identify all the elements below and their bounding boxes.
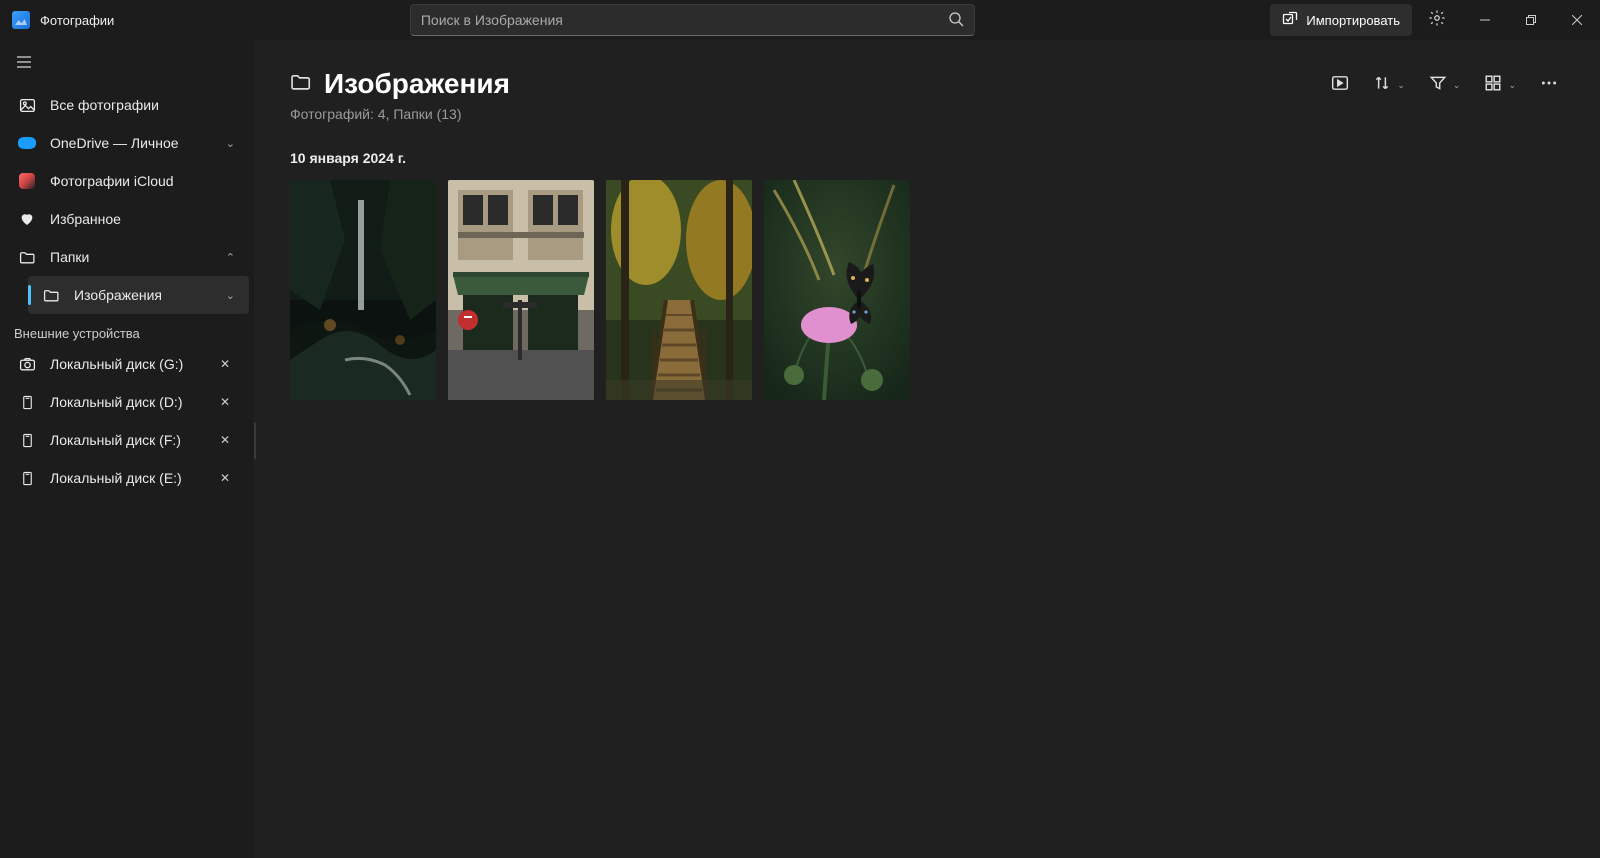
remove-drive-button[interactable]: ✕ <box>215 395 235 409</box>
remove-drive-button[interactable]: ✕ <box>215 471 235 485</box>
folder-icon <box>42 287 60 304</box>
sidebar-item-label: Изображения <box>74 287 212 303</box>
heart-icon <box>18 211 36 227</box>
app-icon <box>12 11 30 29</box>
chevron-up-icon: ⌃ <box>226 251 235 264</box>
workspace: Все фотографии OneDrive — Личное ⌄ Фотог… <box>0 40 1600 858</box>
icloud-icon <box>18 173 36 189</box>
photo-thumbnail[interactable] <box>606 180 752 400</box>
date-group-header: 10 января 2024 г. <box>290 150 1564 166</box>
photo-thumbnail[interactable] <box>764 180 910 400</box>
sort-button[interactable]: ⌄ <box>1367 68 1411 102</box>
page-subtitle: Фотографий: 4, Папки (13) <box>290 106 1564 122</box>
hamburger-icon <box>16 54 32 75</box>
import-icon <box>1282 11 1298 30</box>
sidebar-item-label: Избранное <box>50 211 235 227</box>
sidebar-item-drive-e[interactable]: Локальный диск (E:) ✕ <box>4 459 249 497</box>
titlebar-right: Импортировать <box>1270 4 1600 36</box>
page-title: Изображения <box>324 68 510 100</box>
filter-icon <box>1429 74 1447 97</box>
sort-icon <box>1373 74 1391 97</box>
search-input[interactable]: Поиск в Изображения <box>410 4 975 36</box>
sidebar-item-label: Локальный диск (F:) <box>50 432 201 448</box>
sidebar-item-drive-g[interactable]: Локальный диск (G:) ✕ <box>4 345 249 383</box>
import-button[interactable]: Импортировать <box>1270 4 1412 36</box>
remove-drive-button[interactable]: ✕ <box>215 433 235 447</box>
photo-thumbnail[interactable] <box>290 180 436 400</box>
search-placeholder: Поиск в Изображения <box>421 12 948 28</box>
sidebar-item-label: Локальный диск (G:) <box>50 356 201 372</box>
slideshow-button[interactable] <box>1325 68 1355 102</box>
sidebar-item-icloud[interactable]: Фотографии iCloud <box>4 162 249 200</box>
main-content: ⌄ ⌄ ⌄ Изображения Фотографий: 4, Папки (… <box>254 40 1600 858</box>
drive-icon <box>18 471 36 486</box>
settings-button[interactable] <box>1418 4 1456 36</box>
sidebar-item-drive-f[interactable]: Локальный диск (F:) ✕ <box>4 421 249 459</box>
window-controls <box>1462 4 1600 36</box>
remove-drive-button[interactable]: ✕ <box>215 357 235 371</box>
minimize-button[interactable] <box>1462 4 1508 36</box>
import-label: Импортировать <box>1306 13 1400 28</box>
main-toolbar: ⌄ ⌄ ⌄ <box>1325 68 1564 102</box>
sidebar-item-images-folder[interactable]: Изображения ⌄ <box>28 276 249 314</box>
more-icon <box>1540 74 1558 97</box>
drive-icon <box>18 395 36 410</box>
chevron-down-icon: ⌄ <box>226 289 235 302</box>
titlebar-left: Фотографии <box>12 11 114 29</box>
app-title: Фотографии <box>40 13 114 28</box>
search-icon <box>948 11 964 30</box>
thumbnail-row <box>290 180 1564 400</box>
onedrive-icon <box>18 137 36 149</box>
split-handle[interactable] <box>254 422 256 460</box>
sidebar-item-all-photos[interactable]: Все фотографии <box>4 86 249 124</box>
slideshow-icon <box>1331 74 1349 97</box>
layout-button[interactable]: ⌄ <box>1478 68 1522 102</box>
camera-icon <box>18 356 36 373</box>
more-button[interactable] <box>1534 68 1564 102</box>
sidebar-external-header: Внешние устройства <box>0 314 253 345</box>
chevron-down-icon: ⌄ <box>226 137 235 150</box>
sidebar-item-label: Локальный диск (E:) <box>50 470 201 486</box>
sidebar: Все фотографии OneDrive — Личное ⌄ Фотог… <box>0 40 254 858</box>
sidebar-item-onedrive[interactable]: OneDrive — Личное ⌄ <box>4 124 249 162</box>
grid-icon <box>1484 74 1502 97</box>
chevron-down-icon: ⌄ <box>1453 80 1461 91</box>
titlebar-center: Поиск в Изображения <box>114 4 1270 36</box>
maximize-button[interactable] <box>1508 4 1554 36</box>
titlebar: Фотографии Поиск в Изображения Импортиро… <box>0 0 1600 40</box>
sidebar-item-label: Папки <box>50 249 212 265</box>
sidebar-item-label: Все фотографии <box>50 97 235 113</box>
folder-icon <box>18 249 36 266</box>
gear-icon <box>1428 9 1446 32</box>
sidebar-item-folders[interactable]: Папки ⌃ <box>4 238 249 276</box>
sidebar-item-label: Фотографии iCloud <box>50 173 235 189</box>
filter-button[interactable]: ⌄ <box>1423 68 1467 102</box>
sidebar-item-favorites[interactable]: Избранное <box>4 200 249 238</box>
drive-icon <box>18 433 36 448</box>
sidebar-folders-children: Изображения ⌄ <box>24 276 253 314</box>
photo-thumbnail[interactable] <box>448 180 594 400</box>
sidebar-item-label: OneDrive — Личное <box>50 135 212 151</box>
sidebar-item-label: Локальный диск (D:) <box>50 394 201 410</box>
chevron-down-icon: ⌄ <box>1508 80 1516 91</box>
photos-icon <box>18 97 36 114</box>
chevron-down-icon: ⌄ <box>1397 80 1405 91</box>
folder-icon <box>290 71 312 98</box>
sidebar-item-drive-d[interactable]: Локальный диск (D:) ✕ <box>4 383 249 421</box>
close-button[interactable] <box>1554 4 1600 36</box>
hamburger-button[interactable] <box>4 46 44 82</box>
